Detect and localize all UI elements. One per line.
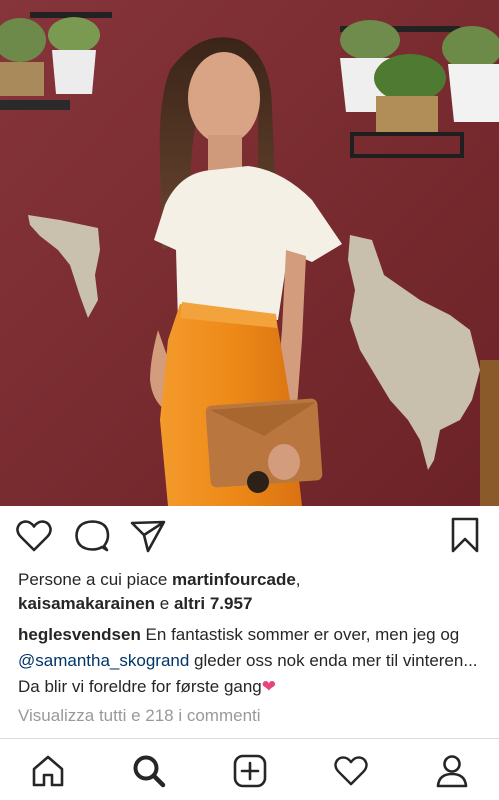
likes-comma: , [295,570,301,589]
bookmark-icon[interactable] [448,516,482,554]
heart-icon[interactable] [14,518,54,554]
heart-emoji: ❤ [261,677,277,696]
likes-conj: e [155,594,174,613]
likes-count-link[interactable]: altri 7.957 [174,594,252,613]
bottom-navigation [0,738,499,800]
paper-plane-icon[interactable] [128,518,168,554]
liker-username[interactable]: martinfourcade [172,570,296,589]
comment-icon[interactable] [72,518,112,554]
caption-text: En fantastisk sommer er over, men jeg og [140,625,460,644]
post-caption: heglesvendsen En fantastisk sommer er ov… [18,622,488,700]
caption-mention[interactable]: @samantha_skogrand [18,651,189,670]
liker-username[interactable]: kaisamakarainen [18,594,155,613]
view-all-comments-link[interactable]: Visualizza tutti e 218 i commenti [18,706,261,726]
likes-prefix: Persone a cui piace [18,570,173,589]
caption-author[interactable]: heglesvendsen [18,625,141,644]
activity-heart-icon[interactable] [331,751,371,791]
post-action-bar [0,506,499,564]
add-post-icon[interactable] [230,751,270,791]
post-photo[interactable] [0,0,499,506]
search-icon[interactable] [129,751,169,791]
post-image [0,0,499,506]
profile-icon[interactable] [432,751,472,791]
likes-summary: Persone a cui piace martinfourcade, kais… [18,568,488,616]
home-icon[interactable] [28,751,68,791]
